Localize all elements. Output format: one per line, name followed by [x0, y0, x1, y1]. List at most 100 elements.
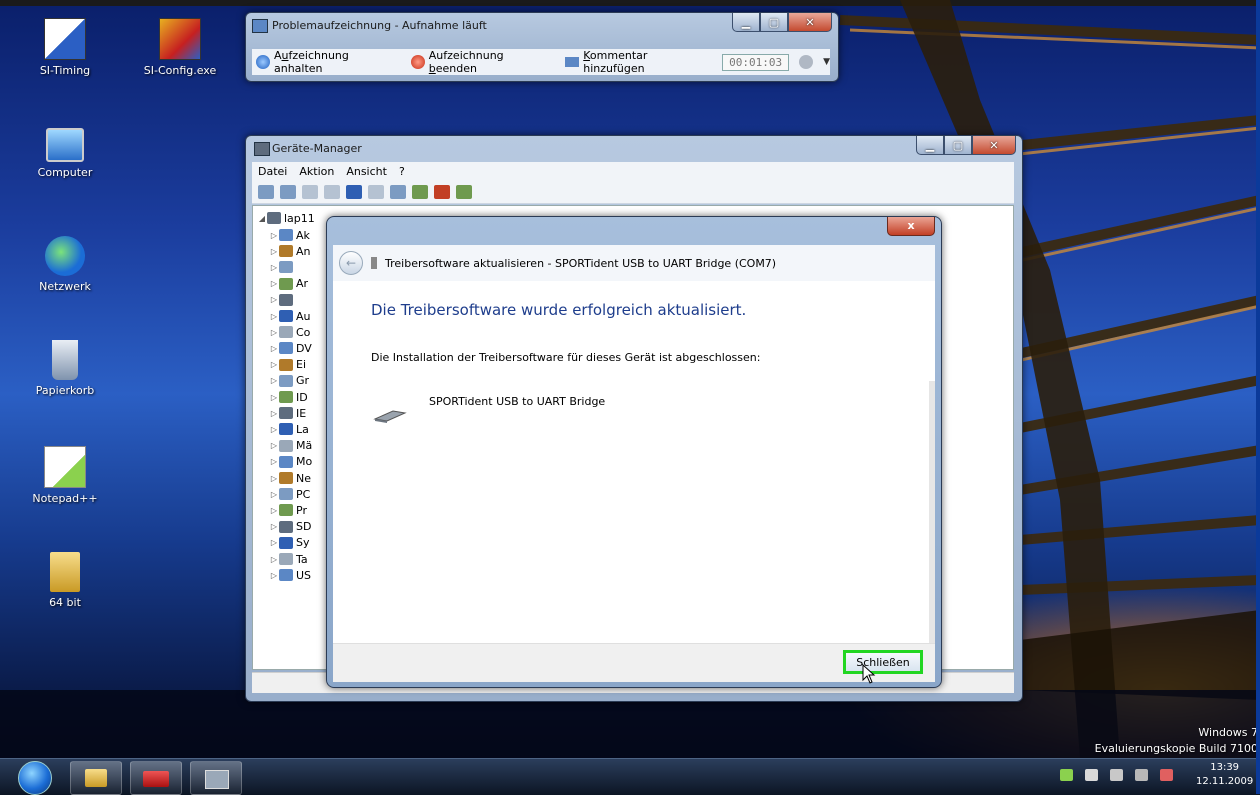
list-icon[interactable]: [368, 184, 384, 199]
tree-item[interactable]: ▷ ID: [269, 389, 308, 405]
screen-edge: [1256, 0, 1260, 794]
view-icon[interactable]: [302, 184, 318, 199]
desktop-icon-recycle-bin[interactable]: Papierkorb: [20, 340, 110, 397]
maximize-button[interactable]: ▢: [760, 13, 788, 32]
desktop-icon-label: Notepad++: [32, 492, 98, 505]
expand-icon[interactable]: ▷: [269, 425, 279, 434]
menu-ansicht[interactable]: Ansicht: [346, 165, 387, 178]
collapse-icon[interactable]: ◢: [257, 214, 267, 223]
tree-item-label: SD: [296, 520, 312, 534]
desktop-icon-si-timing[interactable]: SI-Timing: [20, 18, 110, 77]
expand-icon[interactable]: ▷: [269, 279, 279, 288]
tree-item[interactable]: ▷ Ak: [269, 227, 310, 243]
menu-help[interactable]: ?: [399, 165, 405, 178]
expand-icon[interactable]: ▷: [269, 555, 279, 564]
desktop-icon-notepad[interactable]: Notepad++: [20, 446, 110, 505]
device-category-icon: [279, 472, 293, 484]
expand-icon[interactable]: ▷: [269, 474, 279, 483]
tree-item[interactable]: ▷ Mo: [269, 454, 312, 470]
desktop-icon-label: SI-Config.exe: [143, 64, 217, 77]
tree-root-node[interactable]: ◢ lap11: [257, 210, 315, 226]
expand-icon[interactable]: ▷: [269, 522, 279, 531]
device-category-icon: [279, 536, 293, 549]
flag-tray-icon[interactable]: [1085, 769, 1098, 781]
expand-icon[interactable]: ▷: [269, 312, 279, 321]
tree-item[interactable]: ▷ Mä: [269, 438, 312, 454]
tree-item[interactable]: ▷ Pr: [269, 502, 307, 518]
expand-icon[interactable]: ▷: [269, 441, 279, 450]
dialog-close-button[interactable]: x: [887, 217, 935, 236]
tree-item[interactable]: ▷ PC: [269, 486, 310, 502]
menu-aktion[interactable]: Aktion: [299, 165, 334, 178]
tree-item[interactable]: ▷ DV: [269, 340, 312, 356]
minimize-button[interactable]: ▁: [916, 136, 944, 155]
tree-item[interactable]: ▷ Co: [269, 324, 311, 340]
tree-item[interactable]: ▷ Ar: [269, 276, 308, 292]
tree-item[interactable]: ▷ US: [269, 567, 311, 583]
maximize-button[interactable]: ▢: [944, 136, 972, 155]
taskbar-explorer-button[interactable]: [70, 761, 122, 795]
tree-item[interactable]: ▷: [269, 259, 296, 275]
pause-recording-button[interactable]: Aufzeichnung anhalten: [256, 49, 401, 75]
expand-icon[interactable]: ▷: [269, 490, 279, 499]
tree-item[interactable]: ▷ IE: [269, 405, 306, 421]
expand-icon[interactable]: ▷: [269, 393, 279, 402]
enable-device-icon[interactable]: [456, 184, 472, 199]
taskbar-toolbox-button[interactable]: [130, 761, 182, 795]
tree-item[interactable]: ▷ La: [269, 421, 309, 437]
forward-arrow-icon[interactable]: [280, 184, 296, 199]
tree-item[interactable]: ▷ An: [269, 243, 311, 259]
desktop-icon-network[interactable]: Netzwerk: [20, 236, 110, 293]
tree-item[interactable]: ▷ Ne: [269, 470, 311, 486]
stop-recording-button[interactable]: Aufzeichnung beenden: [410, 49, 555, 75]
network-tray-icon[interactable]: [1060, 769, 1073, 781]
scan-hardware-icon[interactable]: [390, 184, 406, 199]
expand-icon[interactable]: ▷: [269, 457, 279, 466]
tree-item[interactable]: ▷ Au: [269, 308, 311, 324]
help-icon[interactable]: [799, 55, 814, 69]
close-button[interactable]: ✕: [972, 136, 1016, 155]
back-arrow-icon[interactable]: [258, 184, 274, 199]
device-category-icon: [279, 342, 293, 355]
tree-item[interactable]: ▷ Ei: [269, 357, 306, 373]
expand-icon[interactable]: ▷: [269, 538, 279, 547]
power-tray-icon[interactable]: [1110, 769, 1123, 781]
desktop-icon-folder-64bit[interactable]: 64 bit: [20, 552, 110, 609]
taskbar-device-manager-button[interactable]: [190, 761, 242, 795]
tree-item[interactable]: ▷ Gr: [269, 373, 309, 389]
expand-icon[interactable]: ▷: [269, 376, 279, 385]
expand-icon[interactable]: ▷: [269, 295, 279, 304]
close-button[interactable]: ✕: [788, 13, 832, 32]
expand-icon[interactable]: ▷: [269, 247, 279, 256]
volume-tray-icon[interactable]: [1160, 769, 1173, 781]
expand-icon[interactable]: ▷: [269, 344, 279, 353]
desktop-icon-computer[interactable]: Computer: [20, 128, 110, 179]
help-icon[interactable]: [346, 184, 362, 199]
expand-icon[interactable]: ▷: [269, 328, 279, 337]
start-button[interactable]: [18, 761, 52, 795]
expand-icon[interactable]: ▷: [269, 506, 279, 515]
update-driver-icon[interactable]: [412, 184, 428, 199]
expand-icon[interactable]: ▷: [269, 409, 279, 418]
tree-item[interactable]: ▷ SD: [269, 519, 312, 535]
taskbar-clock[interactable]: 13:39 12.11.2009: [1196, 761, 1253, 789]
properties-icon[interactable]: [324, 184, 340, 199]
toolbox-icon: [143, 771, 169, 787]
close-wizard-button[interactable]: Schließen: [843, 650, 923, 674]
expand-icon[interactable]: ▷: [269, 231, 279, 240]
chevron-down-icon[interactable]: ▼: [823, 57, 830, 67]
back-button[interactable]: ←: [339, 251, 363, 275]
tree-item[interactable]: ▷ Sy: [269, 535, 310, 551]
scrollbar[interactable]: [929, 381, 935, 643]
uninstall-icon[interactable]: [434, 184, 450, 199]
tree-item[interactable]: ▷: [269, 292, 296, 308]
tree-item[interactable]: ▷ Ta: [269, 551, 308, 567]
expand-icon[interactable]: ▷: [269, 571, 279, 580]
expand-icon[interactable]: ▷: [269, 360, 279, 369]
desktop-icon-si-config[interactable]: SI-Config.exe: [135, 18, 225, 77]
add-comment-button[interactable]: Kommentar hinzufügen: [565, 49, 712, 75]
expand-icon[interactable]: ▷: [269, 263, 279, 272]
display-tray-icon[interactable]: [1135, 769, 1148, 781]
minimize-button[interactable]: ▁: [732, 13, 760, 32]
menu-datei[interactable]: Datei: [258, 165, 287, 178]
